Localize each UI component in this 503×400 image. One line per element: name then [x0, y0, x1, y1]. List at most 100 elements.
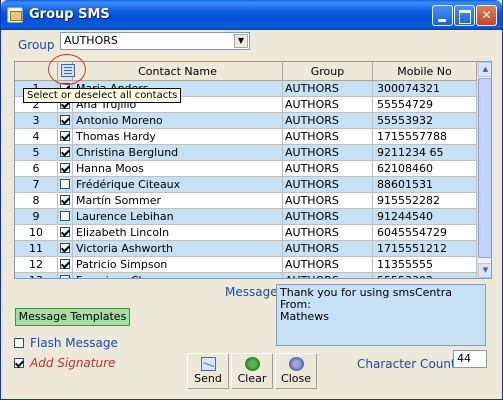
- add-signature-label: Add Signature: [30, 356, 116, 370]
- table-row[interactable]: 8 Martín Sommer AUTHORS 915552282: [15, 193, 477, 209]
- row-checkbox[interactable]: [60, 275, 70, 278]
- group-cell[interactable]: AUTHORS: [283, 81, 373, 97]
- row-select-cell[interactable]: [58, 273, 73, 278]
- row-select-cell[interactable]: [58, 241, 73, 257]
- scroll-down-icon[interactable]: ▼: [478, 263, 491, 278]
- message-textarea[interactable]: Thank you for using smsCentra From: Math…: [276, 284, 486, 346]
- row-checkbox[interactable]: [60, 147, 70, 157]
- group-cell[interactable]: AUTHORS: [283, 273, 373, 278]
- row-checkbox[interactable]: [60, 131, 70, 141]
- mobile-no-cell[interactable]: 55553392: [373, 273, 477, 278]
- contact-name-cell[interactable]: Elizabeth Lincoln: [73, 225, 283, 241]
- table-row[interactable]: 5 Christina Berglund AUTHORS 9211234 65: [15, 145, 477, 161]
- contact-name-cell[interactable]: Antonio Moreno: [73, 113, 283, 129]
- row-checkbox[interactable]: [60, 211, 70, 221]
- mobile-no-cell[interactable]: 1715557788: [373, 129, 477, 145]
- contact-name-cell[interactable]: Frédérique Citeaux: [73, 177, 283, 193]
- contact-name-cell[interactable]: Thomas Hardy: [73, 129, 283, 145]
- vertical-scrollbar[interactable]: ▲ ▼: [477, 62, 491, 278]
- title-bar[interactable]: Group SMS ✕: [1, 0, 502, 30]
- table-row[interactable]: 7 Frédérique Citeaux AUTHORS 88601531: [15, 177, 477, 193]
- mobile-no-cell[interactable]: 6045554729: [373, 225, 477, 241]
- maximize-button[interactable]: [454, 5, 475, 26]
- row-checkbox[interactable]: [60, 195, 70, 205]
- group-cell[interactable]: AUTHORS: [283, 257, 373, 273]
- group-cell[interactable]: AUTHORS: [283, 241, 373, 257]
- mobile-no-cell[interactable]: 88601531: [373, 177, 477, 193]
- row-select-cell[interactable]: [58, 225, 73, 241]
- minimize-button[interactable]: [432, 5, 453, 26]
- row-select-cell[interactable]: [58, 209, 73, 225]
- table-row[interactable]: 10 Elizabeth Lincoln AUTHORS 6045554729: [15, 225, 477, 241]
- group-cell[interactable]: AUTHORS: [283, 145, 373, 161]
- table-row[interactable]: 13 Francisco ChangAUTHORS55553392: [15, 273, 477, 278]
- row-checkbox[interactable]: [60, 259, 70, 269]
- character-count-label: Character Count: [357, 357, 456, 371]
- contact-name-header[interactable]: Contact Name: [73, 62, 283, 81]
- highlight-circle: [48, 54, 86, 85]
- row-select-cell[interactable]: [58, 129, 73, 145]
- send-button[interactable]: Send: [187, 353, 229, 389]
- message-templates-button[interactable]: Message Templates: [15, 308, 130, 326]
- mobile-no-cell[interactable]: 300074321: [373, 81, 477, 97]
- scroll-thumb[interactable]: [478, 78, 491, 258]
- flash-message-option[interactable]: Flash Message: [14, 336, 118, 350]
- table-row[interactable]: 6 Hanna Moos AUTHORS 62108460: [15, 161, 477, 177]
- group-sms-window: Group SMS ✕ Group AUTHORS ▼ Contact Name…: [0, 0, 503, 400]
- table-row[interactable]: 4 Thomas Hardy AUTHORS 1715557788: [15, 129, 477, 145]
- mobile-no-cell[interactable]: 1715551212: [373, 241, 477, 257]
- add-signature-option[interactable]: Add Signature: [14, 356, 115, 370]
- group-header[interactable]: Group: [283, 62, 373, 81]
- table-row[interactable]: 9 Laurence Lebihan AUTHORS 91244540: [15, 209, 477, 225]
- mobile-no-cell[interactable]: 55554729: [373, 97, 477, 113]
- row-checkbox[interactable]: [60, 243, 70, 253]
- group-cell[interactable]: AUTHORS: [283, 97, 373, 113]
- close-button[interactable]: Close: [275, 353, 317, 389]
- row-select-cell[interactable]: [58, 113, 73, 129]
- clear-button[interactable]: Clear: [231, 353, 273, 389]
- group-cell[interactable]: AUTHORS: [283, 193, 373, 209]
- chevron-down-icon[interactable]: ▼: [234, 34, 248, 48]
- mobile-no-cell[interactable]: 915552282: [373, 193, 477, 209]
- row-select-cell[interactable]: [58, 177, 73, 193]
- group-cell[interactable]: AUTHORS: [283, 129, 373, 145]
- mobile-no-cell[interactable]: 9211234 65: [373, 145, 477, 161]
- row-select-cell[interactable]: [58, 257, 73, 273]
- close-window-button[interactable]: ✕: [476, 5, 497, 26]
- table-row[interactable]: 3 Antonio Moreno AUTHORS 55553932: [15, 113, 477, 129]
- contact-name-cell[interactable]: Christina Berglund: [73, 145, 283, 161]
- add-signature-checkbox[interactable]: [14, 357, 24, 368]
- row-number: 9: [15, 209, 58, 225]
- flash-message-label: Flash Message: [30, 336, 118, 350]
- row-select-cell[interactable]: [58, 145, 73, 161]
- group-cell[interactable]: AUTHORS: [283, 161, 373, 177]
- contact-name-cell[interactable]: Martín Sommer: [73, 193, 283, 209]
- mobile-no-cell[interactable]: 11355555: [373, 257, 477, 273]
- mobile-no-cell[interactable]: 91244540: [373, 209, 477, 225]
- table-row[interactable]: 11 Victoria Ashworth AUTHORS 1715551212: [15, 241, 477, 257]
- row-checkbox[interactable]: [60, 115, 70, 125]
- group-cell[interactable]: AUTHORS: [283, 177, 373, 193]
- contact-name-cell[interactable]: Francisco Chang: [73, 273, 283, 278]
- row-checkbox[interactable]: [60, 227, 70, 237]
- row-checkbox[interactable]: [60, 179, 70, 189]
- mobile-no-cell[interactable]: 62108460: [373, 161, 477, 177]
- row-number: 5: [15, 145, 58, 161]
- group-cell[interactable]: AUTHORS: [283, 113, 373, 129]
- contact-name-cell[interactable]: Hanna Moos: [73, 161, 283, 177]
- row-checkbox[interactable]: [60, 163, 70, 173]
- table-row[interactable]: 12 Patricio Simpson AUTHORS 11355555: [15, 257, 477, 273]
- row-select-cell[interactable]: [58, 161, 73, 177]
- app-icon: [7, 7, 23, 23]
- flash-message-checkbox[interactable]: [14, 337, 24, 348]
- contact-name-cell[interactable]: Victoria Ashworth: [73, 241, 283, 257]
- contact-name-cell[interactable]: Patricio Simpson: [73, 257, 283, 273]
- group-cell[interactable]: AUTHORS: [283, 209, 373, 225]
- row-select-cell[interactable]: [58, 193, 73, 209]
- mobile-no-header[interactable]: Mobile No: [373, 62, 477, 81]
- group-select[interactable]: AUTHORS ▼: [60, 32, 250, 50]
- mobile-no-cell[interactable]: 55553932: [373, 113, 477, 129]
- group-cell[interactable]: AUTHORS: [283, 225, 373, 241]
- scroll-up-icon[interactable]: ▲: [478, 62, 491, 77]
- contact-name-cell[interactable]: Laurence Lebihan: [73, 209, 283, 225]
